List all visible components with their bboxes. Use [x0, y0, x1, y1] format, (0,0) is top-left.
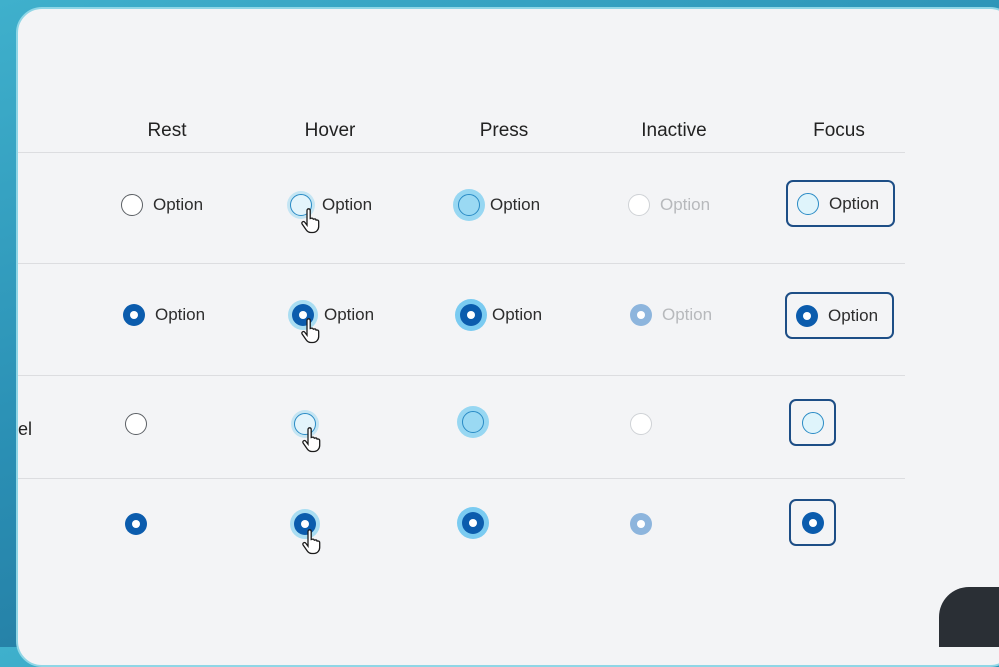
radio-selected-icon	[630, 304, 652, 326]
row-divider	[18, 478, 905, 479]
radio-selected-icon	[125, 513, 147, 535]
radio-unselected-icon	[290, 194, 312, 216]
radio-nolabel-hover[interactable]	[294, 404, 316, 444]
row-divider	[18, 375, 905, 376]
radio-unselected-icon	[462, 411, 484, 433]
radio-selected-icon	[462, 512, 484, 534]
option-label: Option	[829, 193, 880, 213]
radio-option-focus[interactable]: Option	[786, 180, 895, 227]
radio-nolabel-rest[interactable]	[125, 404, 147, 444]
radio-selected-icon	[460, 304, 482, 326]
radio-option-hover[interactable]: Option	[290, 185, 372, 225]
radio-selected-icon	[796, 304, 818, 327]
radio-nolabel-press[interactable]	[462, 402, 484, 442]
radio-option-selected-focus[interactable]: Option	[785, 292, 894, 339]
option-label: Option	[828, 305, 879, 325]
radio-selected-icon	[294, 513, 316, 535]
radio-option-selected-hover[interactable]: Option	[292, 295, 374, 335]
option-label: Option	[322, 195, 373, 214]
radio-nolabel-selected-inactive	[630, 504, 652, 544]
radio-unselected-icon	[801, 411, 824, 434]
radio-option-rest[interactable]: Option	[121, 185, 203, 225]
radio-unselected-icon	[458, 194, 480, 216]
radio-nolabel-selected-press[interactable]	[462, 503, 484, 543]
option-label: Option	[155, 305, 206, 324]
header-divider	[18, 152, 905, 153]
radio-option-inactive: Option	[628, 185, 710, 225]
radio-unselected-icon	[797, 192, 819, 215]
radio-nolabel-selected-hover[interactable]	[294, 504, 316, 544]
row-divider	[18, 263, 905, 264]
radio-nolabel-inactive	[630, 404, 652, 444]
option-label: Option	[153, 195, 204, 214]
option-label: Option	[324, 305, 375, 324]
radio-option-press[interactable]: Option	[458, 185, 540, 225]
radio-nolabel-selected-rest[interactable]	[125, 504, 147, 544]
radio-unselected-icon	[630, 413, 652, 435]
header-hover: Hover	[304, 120, 356, 141]
radio-states-panel: Rest Hover Press Inactive Focus el Optio…	[16, 7, 999, 667]
radio-nolabel-selected-focus[interactable]	[789, 499, 836, 546]
option-label: Option	[492, 305, 543, 324]
radio-selected-icon	[292, 304, 314, 326]
radio-unselected-icon	[294, 413, 316, 435]
option-label: Option	[660, 195, 711, 214]
header-focus: Focus	[813, 120, 865, 141]
header-rest: Rest	[147, 120, 187, 141]
option-label: Option	[662, 305, 713, 324]
radio-unselected-icon	[628, 194, 650, 216]
header-inactive: Inactive	[641, 120, 707, 141]
radio-selected-icon	[801, 511, 824, 534]
radio-selected-icon	[630, 513, 652, 535]
row-label-partial: el	[18, 419, 33, 439]
radio-option-selected-inactive: Option	[630, 295, 712, 335]
radio-unselected-icon	[121, 194, 143, 216]
radio-option-selected-press[interactable]: Option	[460, 295, 542, 335]
radio-nolabel-focus[interactable]	[789, 399, 836, 446]
option-label: Option	[490, 195, 541, 214]
screen-corner	[939, 587, 999, 647]
radio-option-selected-rest[interactable]: Option	[123, 295, 205, 335]
radio-unselected-icon	[125, 413, 147, 435]
radio-selected-icon	[123, 304, 145, 326]
header-press: Press	[479, 120, 529, 141]
